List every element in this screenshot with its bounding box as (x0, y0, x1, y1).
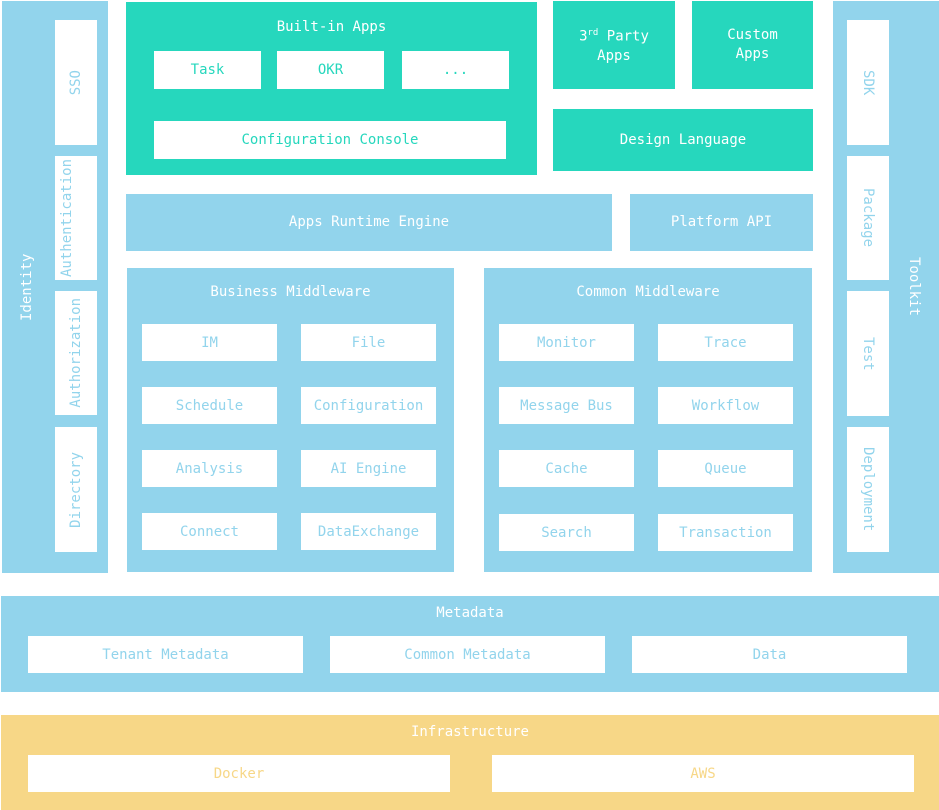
third-party-sup: rd (587, 28, 599, 39)
app-task[interactable]: Task (154, 51, 261, 89)
toolkit-item-package[interactable]: Package (847, 156, 889, 280)
business-middleware-panel: Business Middleware IM File Schedule Con… (127, 268, 454, 572)
infrastructure-item-docker[interactable]: Docker (28, 755, 450, 792)
identity-item-label: Authorization (68, 298, 84, 408)
identity-label: Identity (19, 253, 35, 321)
common-item-cache[interactable]: Cache (499, 450, 634, 487)
third-party-rest: Party (598, 28, 649, 45)
identity-item-label: Authentication (59, 158, 75, 277)
business-item-im[interactable]: IM (142, 324, 277, 361)
business-item-connect[interactable]: Connect (142, 513, 277, 550)
common-middleware-panel: Common Middleware Monitor Trace Message … (484, 268, 812, 572)
identity-panel: Identity SSO Authentication Authorizatio… (2, 1, 108, 573)
metadata-title: Metadata (436, 605, 504, 621)
common-middleware-title: Common Middleware (576, 284, 720, 300)
toolkit-item-label: Package (860, 188, 876, 248)
infrastructure-panel: Infrastructure Docker AWS (1, 715, 939, 810)
common-item-search[interactable]: Search (499, 514, 634, 551)
identity-item-label: Directory (68, 451, 84, 528)
common-item-monitor[interactable]: Monitor (499, 324, 634, 361)
app-okr[interactable]: OKR (277, 51, 384, 89)
business-item-dataexchange[interactable]: DataExchange (301, 513, 436, 550)
custom-apps-line1: Custom (727, 27, 778, 43)
toolkit-item-sdk[interactable]: SDK (847, 20, 889, 145)
toolkit-item-label: Test (860, 336, 876, 371)
business-item-ai-engine[interactable]: AI Engine (301, 450, 436, 487)
business-middleware-title: Business Middleware (210, 284, 371, 300)
identity-item-sso[interactable]: SSO (55, 20, 97, 145)
identity-item-label: SSO (68, 69, 84, 96)
common-item-trace[interactable]: Trace (658, 324, 793, 361)
common-item-workflow[interactable]: Workflow (658, 387, 793, 424)
custom-apps-line2: Apps (735, 46, 770, 62)
identity-item-authentication[interactable]: Authentication (55, 156, 97, 280)
common-item-queue[interactable]: Queue (658, 450, 793, 487)
metadata-item-tenant[interactable]: Tenant Metadata (28, 636, 303, 673)
business-item-analysis[interactable]: Analysis (142, 450, 277, 487)
toolkit-item-deployment[interactable]: Deployment (847, 427, 889, 552)
metadata-item-common[interactable]: Common Metadata (330, 636, 605, 673)
infrastructure-title: Infrastructure (410, 724, 529, 740)
infrastructure-item-aws[interactable]: AWS (492, 755, 914, 792)
common-item-transaction[interactable]: Transaction (658, 514, 793, 551)
third-party-prefix: 3 (579, 28, 588, 45)
apps-runtime-engine[interactable]: Apps Runtime Engine (126, 194, 612, 251)
metadata-panel: Metadata Tenant Metadata Common Metadata… (1, 596, 939, 692)
builtin-apps-panel: Built-in Apps Task OKR ... Configuration… (126, 2, 537, 175)
third-party-apps[interactable]: 3rd Party Apps (553, 1, 675, 89)
app-more[interactable]: ... (402, 51, 509, 89)
toolkit-item-test[interactable]: Test (847, 291, 889, 416)
platform-api[interactable]: Platform API (630, 194, 813, 251)
toolkit-label: Toolkit (906, 257, 922, 317)
builtin-apps-title: Built-in Apps (276, 19, 387, 35)
identity-item-authorization[interactable]: Authorization (55, 291, 97, 415)
toolkit-panel: Toolkit SDK Package Test Deployment (833, 1, 939, 573)
business-item-schedule[interactable]: Schedule (142, 387, 277, 424)
metadata-item-data[interactable]: Data (632, 636, 907, 673)
business-item-configuration[interactable]: Configuration (301, 387, 436, 424)
common-item-message-bus[interactable]: Message Bus (499, 387, 634, 424)
toolkit-item-label: SDK (860, 69, 876, 96)
third-party-line1: 3rd Party (579, 24, 649, 47)
design-language[interactable]: Design Language (553, 109, 813, 171)
identity-item-directory[interactable]: Directory (55, 427, 97, 552)
business-item-file[interactable]: File (301, 324, 436, 361)
configuration-console[interactable]: Configuration Console (154, 121, 506, 159)
custom-apps[interactable]: Custom Apps (692, 1, 813, 89)
third-party-line2: Apps (597, 47, 631, 64)
toolkit-item-label: Deployment (860, 447, 876, 532)
